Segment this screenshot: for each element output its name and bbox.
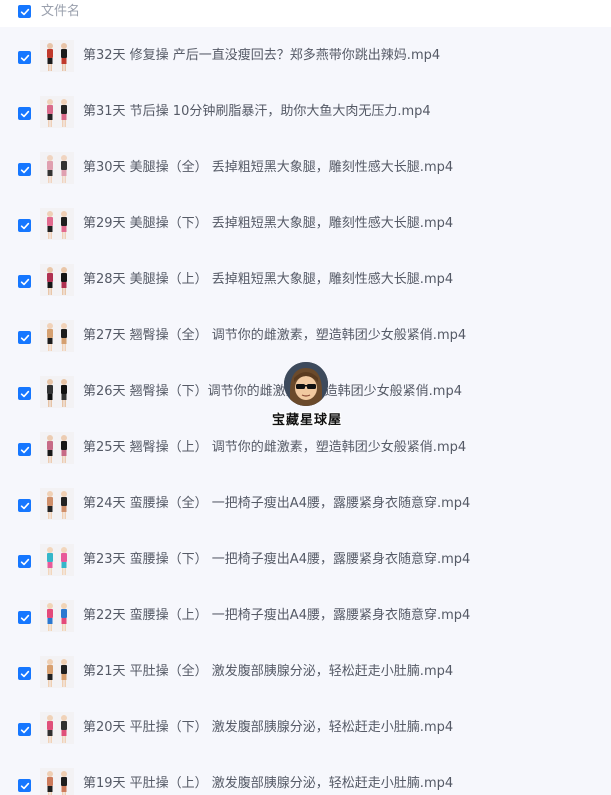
video-thumbnail-icon[interactable]	[40, 376, 74, 408]
video-thumbnail-icon[interactable]	[40, 656, 74, 688]
row-checkbox[interactable]	[18, 163, 31, 176]
checkmark-icon	[20, 390, 29, 397]
cartoon-avatar-logo-icon	[284, 362, 328, 406]
row-checkbox[interactable]	[18, 275, 31, 288]
file-row[interactable]: 第19天 平肚操（上） 激发腹部胰腺分泌，轻松赶走小肚腩.mp4	[0, 756, 611, 795]
select-all-checkbox[interactable]	[18, 5, 31, 18]
video-thumbnail-icon[interactable]	[40, 264, 74, 296]
file-name[interactable]: 第27天 翘臀操（全） 调节你的雌激素，塑造韩团少女般紧俏.mp4	[83, 328, 466, 344]
watermark-text: 宝藏星球屋	[271, 413, 342, 428]
file-name[interactable]: 第31天 节后操 10分钟刷脂暴汗，助你大鱼大肉无压力.mp4	[83, 104, 431, 120]
video-thumbnail-icon[interactable]	[40, 768, 74, 795]
video-thumbnail-icon[interactable]	[40, 488, 74, 520]
video-thumbnail-icon[interactable]	[40, 712, 74, 744]
watermark: 宝藏星球屋	[267, 362, 347, 430]
checkmark-icon	[20, 278, 29, 285]
file-name[interactable]: 第19天 平肚操（上） 激发腹部胰腺分泌，轻松赶走小肚腩.mp4	[83, 776, 453, 792]
checkmark-icon	[20, 502, 29, 509]
checkmark-icon	[20, 166, 29, 173]
row-checkbox[interactable]	[18, 779, 31, 792]
video-thumbnail-icon[interactable]	[40, 320, 74, 352]
file-name[interactable]: 第28天 美腿操（上） 丢掉粗短黑大象腿，雕刻性感大长腿.mp4	[83, 272, 453, 288]
file-row[interactable]: 第24天 蛮腰操（全） 一把椅子瘦出A4腰，露腰紧身衣随意穿.mp4	[0, 476, 611, 532]
row-checkbox[interactable]	[18, 387, 31, 400]
file-row[interactable]: 第28天 美腿操（上） 丢掉粗短黑大象腿，雕刻性感大长腿.mp4	[0, 252, 611, 308]
file-row[interactable]: 第22天 蛮腰操（上） 一把椅子瘦出A4腰，露腰紧身衣随意穿.mp4	[0, 588, 611, 644]
file-name[interactable]: 第30天 美腿操（全） 丢掉粗短黑大象腿，雕刻性感大长腿.mp4	[83, 160, 453, 176]
video-thumbnail-icon[interactable]	[40, 40, 74, 72]
checkmark-icon	[20, 670, 29, 677]
file-row[interactable]: 第31天 节后操 10分钟刷脂暴汗，助你大鱼大肉无压力.mp4	[0, 84, 611, 140]
file-name[interactable]: 第20天 平肚操（下） 激发腹部胰腺分泌，轻松赶走小肚腩.mp4	[83, 720, 453, 736]
video-thumbnail-icon[interactable]	[40, 96, 74, 128]
video-thumbnail-icon[interactable]	[40, 600, 74, 632]
row-checkbox[interactable]	[18, 107, 31, 120]
file-list-page: 文件名 第32天 修复操 产后一直没瘦回去？郑多燕带你跳出辣妈.mp4 第31天 …	[0, 0, 611, 795]
file-row[interactable]: 第32天 修复操 产后一直没瘦回去？郑多燕带你跳出辣妈.mp4	[0, 28, 611, 84]
file-name[interactable]: 第25天 翘臀操（上） 调节你的雌激素，塑造韩团少女般紧俏.mp4	[83, 440, 466, 456]
row-checkbox[interactable]	[18, 667, 31, 680]
checkmark-icon	[20, 614, 29, 621]
row-checkbox[interactable]	[18, 499, 31, 512]
file-row[interactable]: 第29天 美腿操（下） 丢掉粗短黑大象腿，雕刻性感大长腿.mp4	[0, 196, 611, 252]
row-checkbox[interactable]	[18, 51, 31, 64]
row-checkbox[interactable]	[18, 443, 31, 456]
file-name[interactable]: 第29天 美腿操（下） 丢掉粗短黑大象腿，雕刻性感大长腿.mp4	[83, 216, 453, 232]
checkmark-icon	[20, 222, 29, 229]
checkmark-icon	[20, 110, 29, 117]
checkmark-icon	[20, 726, 29, 733]
checkmark-icon	[20, 558, 29, 565]
row-checkbox[interactable]	[18, 219, 31, 232]
file-name[interactable]: 第32天 修复操 产后一直没瘦回去？郑多燕带你跳出辣妈.mp4	[83, 48, 440, 64]
video-thumbnail-icon[interactable]	[40, 152, 74, 184]
checkmark-icon	[20, 782, 29, 789]
checkmark-icon	[20, 8, 29, 15]
row-checkbox[interactable]	[18, 611, 31, 624]
list-header: 文件名	[0, 0, 611, 27]
video-thumbnail-icon[interactable]	[40, 208, 74, 240]
file-row[interactable]: 第21天 平肚操（全） 激发腹部胰腺分泌，轻松赶走小肚腩.mp4	[0, 644, 611, 700]
file-row[interactable]: 第20天 平肚操（下） 激发腹部胰腺分泌，轻松赶走小肚腩.mp4	[0, 700, 611, 756]
video-thumbnail-icon[interactable]	[40, 544, 74, 576]
file-name[interactable]: 第24天 蛮腰操（全） 一把椅子瘦出A4腰，露腰紧身衣随意穿.mp4	[83, 496, 470, 512]
checkmark-icon	[20, 446, 29, 453]
file-name[interactable]: 第21天 平肚操（全） 激发腹部胰腺分泌，轻松赶走小肚腩.mp4	[83, 664, 453, 680]
row-checkbox[interactable]	[18, 723, 31, 736]
file-name[interactable]: 第22天 蛮腰操（上） 一把椅子瘦出A4腰，露腰紧身衣随意穿.mp4	[83, 608, 470, 624]
column-header-filename[interactable]: 文件名	[41, 4, 80, 20]
checkmark-icon	[20, 54, 29, 61]
video-thumbnail-icon[interactable]	[40, 432, 74, 464]
file-name[interactable]: 第23天 蛮腰操（下） 一把椅子瘦出A4腰，露腰紧身衣随意穿.mp4	[83, 552, 470, 568]
file-row[interactable]: 第23天 蛮腰操（下） 一把椅子瘦出A4腰，露腰紧身衣随意穿.mp4	[0, 532, 611, 588]
file-row[interactable]: 第30天 美腿操（全） 丢掉粗短黑大象腿，雕刻性感大长腿.mp4	[0, 140, 611, 196]
row-checkbox[interactable]	[18, 555, 31, 568]
row-checkbox[interactable]	[18, 331, 31, 344]
checkmark-icon	[20, 334, 29, 341]
file-row[interactable]: 第27天 翘臀操（全） 调节你的雌激素，塑造韩团少女般紧俏.mp4	[0, 308, 611, 364]
